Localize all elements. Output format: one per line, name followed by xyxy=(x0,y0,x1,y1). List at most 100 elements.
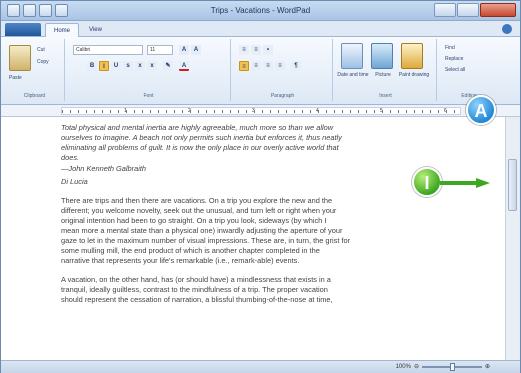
ruler-tick xyxy=(70,110,71,113)
ruler-tick xyxy=(454,110,455,113)
strikethrough-icon[interactable]: s xyxy=(123,61,133,71)
font-color-icon[interactable]: A xyxy=(179,61,189,71)
paint-drawing-icon[interactable] xyxy=(401,43,423,69)
italic-icon[interactable]: I xyxy=(99,61,109,71)
decrease-indent-icon[interactable]: ≡ xyxy=(239,45,249,55)
ruler-tick xyxy=(334,110,335,113)
document-area[interactable]: Total physical and mental inertia are hi… xyxy=(1,117,506,360)
underline-icon[interactable]: U xyxy=(111,61,121,71)
vertical-scrollbar[interactable] xyxy=(505,117,519,360)
ruler-tick xyxy=(206,110,207,113)
text-line: different; you welcome novelty, seek out… xyxy=(61,206,337,215)
text-line: gaze to let in the maximum number of vis… xyxy=(61,236,351,245)
align-center-icon[interactable]: ≡ xyxy=(251,61,261,71)
ruler-tick xyxy=(318,110,319,113)
paint-drawing-button[interactable]: Paint drawing xyxy=(397,72,431,78)
find-button[interactable]: Find xyxy=(445,45,455,51)
clipboard-group-label: Clipboard xyxy=(23,93,46,99)
paste-label[interactable]: Paste xyxy=(9,75,22,81)
cut-button[interactable]: Cut xyxy=(37,47,45,53)
replace-button[interactable]: Replace xyxy=(445,56,463,62)
text-line: mean more a mental state than a physical… xyxy=(61,226,343,235)
align-left-icon[interactable]: ≡ xyxy=(239,61,249,71)
text-line: A vacation, on the other hand, has (or s… xyxy=(61,275,331,284)
ruler[interactable]: 1 2 3 4 5 6 xyxy=(1,105,520,117)
picture-icon[interactable] xyxy=(371,43,393,69)
zoom-control: 100% ⊖ ⊕ xyxy=(395,362,490,371)
zoom-out-icon[interactable]: ⊖ xyxy=(414,363,419,370)
ruler-tick xyxy=(190,110,191,113)
date-time-button[interactable]: Date and time xyxy=(337,72,369,78)
callout-arrow-icon xyxy=(440,178,490,188)
ribbon-tabs: Home View xyxy=(1,21,520,37)
help-icon[interactable] xyxy=(502,24,512,34)
align-right-icon[interactable]: ≡ xyxy=(263,61,273,71)
callout-a-badge: A xyxy=(466,95,496,125)
quote-line: does. xyxy=(61,153,80,162)
date-time-icon[interactable] xyxy=(341,43,363,69)
picture-button[interactable]: Picture xyxy=(369,72,397,78)
ruler-tick xyxy=(302,110,303,113)
ruler-tick xyxy=(94,110,95,113)
byline: Di Lucia xyxy=(61,177,88,186)
ruler-tick xyxy=(270,110,271,113)
zoom-level: 100% xyxy=(395,363,411,370)
superscript-icon[interactable]: x xyxy=(147,61,157,71)
quote-attribution: —John Kenneth Galbraith xyxy=(61,164,147,173)
ruler-tick xyxy=(446,110,447,113)
document-text[interactable]: Total physical and mental inertia are hi… xyxy=(61,123,461,360)
ruler-tick xyxy=(126,110,127,113)
ruler-tick xyxy=(382,110,383,113)
ruler-tick xyxy=(238,110,239,113)
ruler-tick xyxy=(222,110,223,113)
font-group: Calibri 11 A A B I U s x x ✎ A Font xyxy=(67,39,231,101)
ruler-tick xyxy=(286,110,287,113)
ruler-tick xyxy=(182,110,183,113)
ruler-tick xyxy=(374,110,375,113)
zoom-slider[interactable] xyxy=(421,362,482,371)
ruler-tick xyxy=(62,110,63,113)
ruler-tick xyxy=(246,110,247,113)
tab-home[interactable]: Home xyxy=(45,23,80,37)
quote-line: eliminating all problems of guilt. It is… xyxy=(61,143,339,152)
clipboard-group: Paste Cut Copy Clipboard xyxy=(5,39,65,101)
minimize-button[interactable] xyxy=(434,3,456,17)
select-all-button[interactable]: Select all xyxy=(445,67,465,73)
subscript-icon[interactable]: x xyxy=(135,61,145,71)
zoom-slider-knob[interactable] xyxy=(449,362,455,371)
ruler-tick xyxy=(422,110,423,113)
increase-indent-icon[interactable]: ≡ xyxy=(251,45,261,55)
ruler-tick xyxy=(390,110,391,113)
text-line: tranquil, ideally guiltless, contrast to… xyxy=(61,285,328,294)
paragraph-dialog-icon[interactable]: ¶ xyxy=(291,61,301,71)
text-line: should represent the cessation of narrat… xyxy=(61,295,333,304)
ruler-tick xyxy=(326,110,327,113)
callout-i-badge: I xyxy=(412,167,442,197)
ruler-tick xyxy=(150,110,151,113)
status-bar: 100% ⊖ ⊕ xyxy=(1,360,520,373)
bold-icon[interactable]: B xyxy=(87,61,97,71)
grow-font-icon[interactable]: A xyxy=(179,45,189,55)
justify-icon[interactable]: ≡ xyxy=(275,61,285,71)
tab-view[interactable]: View xyxy=(81,23,110,37)
file-menu-button[interactable] xyxy=(5,23,41,36)
text-line: narrative that represents your life's re… xyxy=(61,256,300,265)
close-button[interactable] xyxy=(480,3,516,17)
ruler-tick xyxy=(430,110,431,113)
quote-line: ourselves to imagine. A beach not only p… xyxy=(61,133,342,142)
ruler-tick xyxy=(134,110,135,113)
bullets-icon[interactable]: • xyxy=(263,45,273,55)
scrollbar-thumb[interactable] xyxy=(508,159,517,211)
font-family-select[interactable]: Calibri xyxy=(73,45,143,55)
highlight-icon[interactable]: ✎ xyxy=(163,61,173,71)
ruler-tick xyxy=(406,110,407,113)
ruler-tick xyxy=(142,110,143,113)
paragraph-2: A vacation, on the other hand, has (or s… xyxy=(61,275,461,305)
copy-button[interactable]: Copy xyxy=(37,59,49,65)
ruler-tick xyxy=(110,110,111,113)
zoom-in-icon[interactable]: ⊕ xyxy=(485,363,490,370)
maximize-button[interactable] xyxy=(457,3,479,17)
paste-icon[interactable] xyxy=(9,45,31,71)
font-size-select[interactable]: 11 xyxy=(147,45,173,55)
shrink-font-icon[interactable]: A xyxy=(191,45,201,55)
